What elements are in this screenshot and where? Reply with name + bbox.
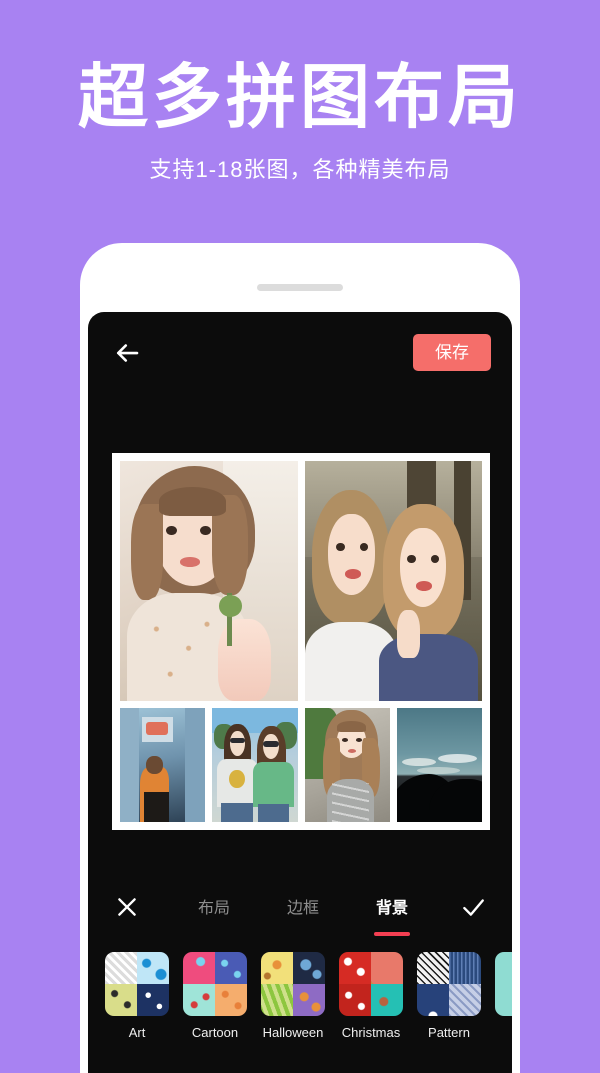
thumbnail-quadrant bbox=[137, 952, 169, 984]
thumbnail-quadrant bbox=[293, 984, 325, 1016]
thumbnail-quadrant bbox=[261, 984, 293, 1016]
collage-photo-1[interactable] bbox=[120, 461, 298, 701]
phone-screen: 保存 布局 边框 背景 Art Cartoon Halloween Christ… bbox=[88, 312, 512, 1073]
back-arrow-icon[interactable] bbox=[112, 338, 142, 368]
background-option-label: Halloween bbox=[262, 1025, 324, 1040]
tab-background-label: 背景 bbox=[375, 900, 408, 917]
page-title: 超多拼图布局 bbox=[78, 58, 522, 136]
thumbnail-quadrant bbox=[449, 952, 481, 984]
background-thumbnail[interactable] bbox=[339, 952, 403, 1016]
app-topbar: 保存 bbox=[88, 312, 512, 402]
thumbnail-quadrant bbox=[495, 984, 512, 1016]
background-option-more[interactable] bbox=[495, 952, 512, 1040]
thumbnail-quadrant bbox=[371, 984, 403, 1016]
collage-row-bottom bbox=[120, 708, 482, 822]
editor-toolbar: 布局 边框 背景 bbox=[88, 872, 512, 944]
background-option-pattern[interactable]: Pattern bbox=[417, 952, 481, 1040]
page-subtitle: 支持1-18张图，各种精美布局 bbox=[149, 157, 451, 182]
thumbnail-quadrant bbox=[293, 952, 325, 984]
tab-background[interactable]: 背景 bbox=[373, 894, 410, 936]
tab-border[interactable]: 边框 bbox=[287, 894, 319, 922]
collage-photo-4[interactable] bbox=[212, 708, 298, 822]
thumbnail-quadrant bbox=[417, 952, 449, 984]
tab-layout[interactable]: 布局 bbox=[198, 894, 230, 922]
background-thumbnail[interactable] bbox=[417, 952, 481, 1016]
thumbnail-quadrant bbox=[339, 952, 371, 984]
thumbnail-quadrant bbox=[105, 952, 137, 984]
thumbnail-quadrant bbox=[261, 952, 293, 984]
tab-layout-label: 布局 bbox=[198, 900, 231, 917]
collage-photo-3[interactable] bbox=[120, 708, 206, 822]
background-thumbnail[interactable] bbox=[261, 952, 325, 1016]
background-thumbnail-strip[interactable]: Art Cartoon Halloween Christmas Pattern bbox=[88, 952, 512, 1073]
background-option-label: Christmas bbox=[341, 1025, 401, 1040]
thumbnail-quadrant bbox=[495, 952, 512, 984]
thumbnail-quadrant bbox=[449, 984, 481, 1016]
collage-canvas[interactable] bbox=[112, 453, 490, 830]
thumbnail-quadrant bbox=[105, 984, 137, 1016]
save-button-label: 保存 bbox=[435, 343, 469, 362]
background-thumbnail[interactable] bbox=[495, 952, 512, 1016]
phone-speaker-grille bbox=[257, 284, 343, 291]
save-button[interactable]: 保存 bbox=[413, 334, 491, 372]
thumbnail-quadrant bbox=[371, 952, 403, 984]
close-x-icon[interactable] bbox=[114, 894, 140, 920]
check-icon[interactable] bbox=[460, 894, 486, 920]
thumbnail-quadrant bbox=[183, 984, 215, 1016]
background-option-label: Cartoon bbox=[191, 1025, 239, 1040]
active-tab-underline bbox=[373, 932, 410, 936]
thumbnail-quadrant bbox=[339, 984, 371, 1016]
collage-photo-2[interactable] bbox=[304, 461, 482, 701]
background-option-art[interactable]: Art bbox=[105, 952, 169, 1040]
promo-header: 超多拼图布局 支持1-18张图，各种精美布局 bbox=[0, 0, 600, 215]
background-option-label: Pattern bbox=[428, 1025, 470, 1040]
thumbnail-quadrant bbox=[417, 984, 449, 1016]
thumbnail-quadrant bbox=[215, 984, 247, 1016]
background-thumbnail[interactable] bbox=[105, 952, 169, 1016]
editor-tabs: 布局 边框 背景 bbox=[198, 872, 410, 944]
thumbnail-quadrant bbox=[137, 984, 169, 1016]
thumbnail-quadrant bbox=[215, 952, 247, 984]
background-option-halloween[interactable]: Halloween bbox=[261, 952, 325, 1040]
tab-border-label: 边框 bbox=[286, 900, 319, 917]
thumbnail-quadrant bbox=[183, 952, 215, 984]
collage-row-top bbox=[120, 461, 482, 701]
background-option-christmas[interactable]: Christmas bbox=[339, 952, 403, 1040]
phone-mockup: 保存 布局 边框 背景 Art Cartoon Halloween Christ… bbox=[80, 243, 520, 1073]
background-option-label: Art bbox=[128, 1025, 146, 1040]
collage-photo-6[interactable] bbox=[396, 708, 482, 822]
background-option-cartoon[interactable]: Cartoon bbox=[183, 952, 247, 1040]
collage-photo-5[interactable] bbox=[304, 708, 390, 822]
background-thumbnail[interactable] bbox=[183, 952, 247, 1016]
